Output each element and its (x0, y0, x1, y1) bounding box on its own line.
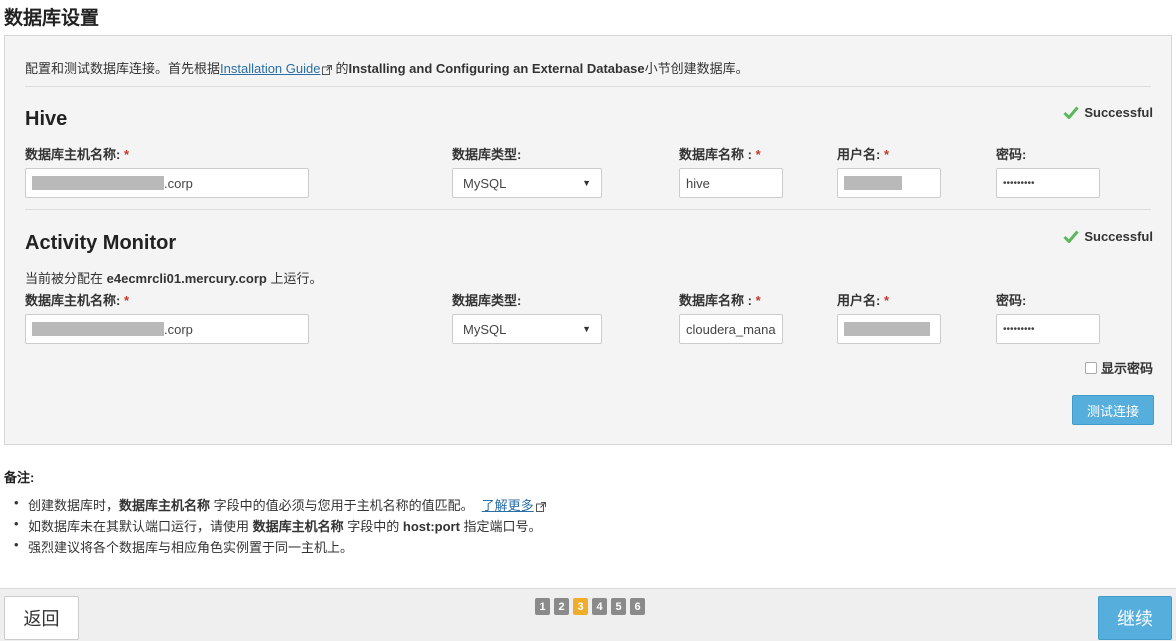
am-db-type-value: MySQL (463, 321, 507, 337)
intro-bold: Installing and Configuring an External D… (348, 61, 645, 76)
intro-middle: 的 (335, 61, 349, 76)
hive-user-label: 用户名: * (837, 147, 890, 162)
hive-host-suffix: .corp (164, 175, 193, 191)
am-password-value: ••••••••• (1003, 323, 1035, 335)
dropdown-caret-icon: ▼ (582, 324, 591, 334)
am-host-suffix: .corp (164, 321, 193, 337)
back-button[interactable]: 返回 (4, 596, 79, 640)
hive-section-title: Hive (25, 108, 68, 130)
external-link-icon (535, 501, 546, 512)
activity-monitor-status: Successful (1063, 229, 1153, 244)
hive-db-name-input[interactable]: hive (679, 168, 783, 198)
notes-title: 备注: (4, 470, 35, 485)
step-3-current: 3 (573, 598, 588, 615)
hive-dbname-label: 数据库名称 : * (679, 147, 761, 162)
am-user-input[interactable] (837, 314, 941, 344)
intro-suffix: 小节创建数据库。 (644, 61, 749, 76)
hive-status-text: Successful (1084, 105, 1153, 120)
hive-db-name-value: hive (686, 175, 710, 191)
database-setup-panel: 配置和测试数据库连接。首先根据Installation Guide 的Instal… (4, 35, 1172, 445)
am-user-label: 用户名: * (837, 293, 890, 308)
list-item: 如数据库未在其默认端口运行，请使用 数据库主机名称 字段中的 host:port… (10, 516, 549, 537)
hive-status: Successful (1063, 105, 1153, 120)
am-password-label: 密码: (996, 293, 1027, 308)
divider (25, 209, 1151, 210)
show-password-toggle[interactable]: 显示密码 (1084, 358, 1153, 377)
hive-host-label: 数据库主机名称: * (25, 147, 130, 162)
dropdown-caret-icon: ▼ (582, 178, 591, 188)
intro-prefix: 配置和测试数据库连接。首先根据 (25, 61, 221, 76)
list-item: 创建数据库时，数据库主机名称 字段中的值必须与您用于主机名称的值匹配。了解更多 (10, 495, 549, 516)
hive-db-type-select[interactable]: MySQL ▼ (452, 168, 602, 198)
hive-user-input[interactable] (837, 168, 941, 198)
check-icon (1063, 230, 1079, 243)
redacted-username (844, 322, 930, 336)
list-item: 强烈建议将各个数据库与相应角色实例置于同一主机上。 (10, 537, 549, 558)
am-password-input[interactable]: ••••••••• (996, 314, 1100, 344)
step-6: 6 (630, 598, 645, 615)
step-4: 4 (592, 598, 607, 615)
activity-monitor-section-title: Activity Monitor (25, 232, 177, 254)
hive-password-label: 密码: (996, 147, 1027, 162)
am-host-label: 数据库主机名称: * (25, 293, 130, 308)
external-link-icon (322, 64, 333, 75)
step-2[interactable]: 2 (554, 598, 569, 615)
installation-guide-link[interactable]: Installation Guide (220, 61, 320, 76)
footer-bar: 返回 1 2 3 4 5 6 继续 (0, 588, 1176, 641)
am-db-name-input[interactable]: cloudera_mana (679, 314, 783, 344)
show-password-label: 显示密码 (1100, 361, 1153, 376)
hive-db-type-value: MySQL (463, 175, 507, 191)
assigned-host: e4ecmrcli01.mercury.corp (106, 271, 267, 286)
divider (25, 86, 1151, 87)
hive-type-label: 数据库类型: (452, 147, 522, 162)
notes-list: 创建数据库时，数据库主机名称 字段中的值必须与您用于主机名称的值匹配。了解更多 … (10, 495, 549, 558)
continue-button[interactable]: 继续 (1098, 596, 1172, 640)
check-icon (1063, 106, 1079, 119)
learn-more-link[interactable]: 了解更多 (482, 498, 534, 513)
am-db-type-select[interactable]: MySQL ▼ (452, 314, 602, 344)
hive-password-value: ••••••••• (1003, 177, 1035, 189)
step-indicator: 1 2 3 4 5 6 (535, 598, 649, 615)
am-db-name-value: cloudera_mana (686, 321, 776, 337)
intro-text: 配置和测试数据库连接。首先根据Installation Guide 的Instal… (25, 58, 749, 77)
am-type-label: 数据库类型: (452, 293, 522, 308)
step-1[interactable]: 1 (535, 598, 550, 615)
step-5: 5 (611, 598, 626, 615)
assigned-host-text: 当前被分配在 e4ecmrcli01.mercury.corp 上运行。 (25, 271, 323, 286)
hive-host-input[interactable]: .corp (25, 168, 309, 198)
hive-password-input[interactable]: ••••••••• (996, 168, 1100, 198)
page-title: 数据库设置 (4, 7, 100, 29)
redacted-hostname (32, 176, 164, 190)
redacted-hostname (32, 322, 164, 336)
redacted-username (844, 176, 902, 190)
am-dbname-label: 数据库名称 : * (679, 293, 761, 308)
am-host-input[interactable]: .corp (25, 314, 309, 344)
show-password-checkbox[interactable] (1084, 361, 1097, 374)
test-connection-button[interactable]: 测试连接 (1072, 395, 1154, 425)
activity-monitor-status-text: Successful (1084, 229, 1153, 244)
